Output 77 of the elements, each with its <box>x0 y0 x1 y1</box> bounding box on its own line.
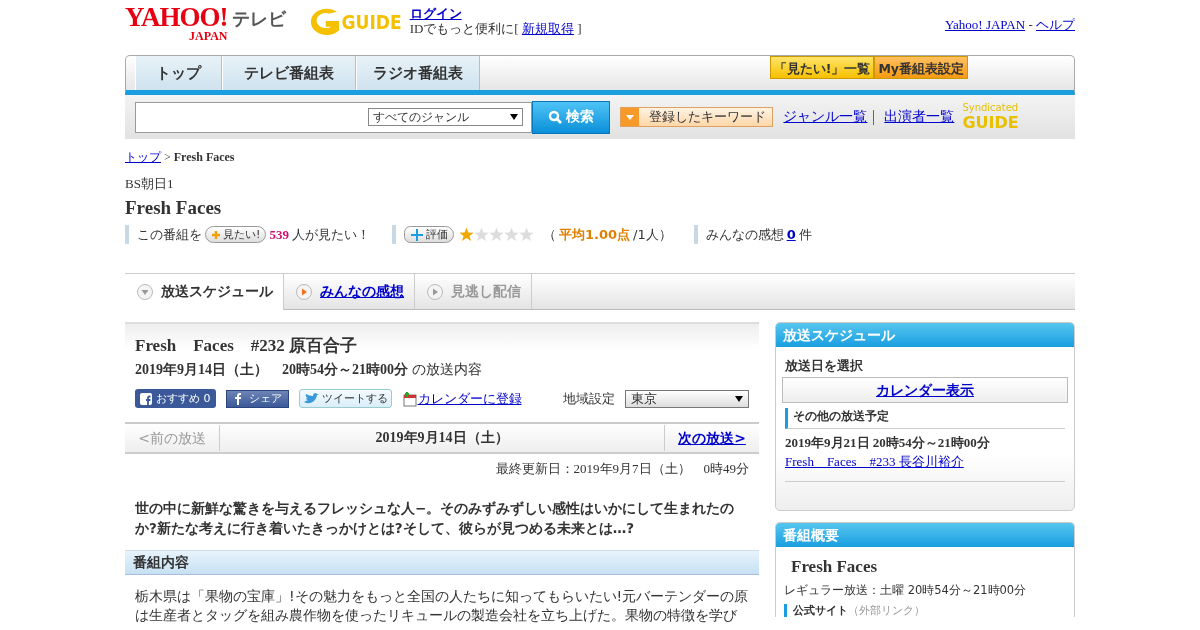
search-field[interactable]: すべてのジャンル <box>135 101 532 133</box>
gguide-logo: GUIDE <box>301 0 402 38</box>
want-label: この番組を <box>137 225 202 244</box>
external-link-note: （外部リンク） <box>848 604 925 617</box>
nav-tab[interactable]: テレビ番組表 <box>222 56 356 90</box>
regular-broadcast: レギュラー放送：土曜 20時54分～21時00分 <box>784 583 1028 598</box>
nav-button[interactable]: 「見たい!」一覧 <box>769 56 875 79</box>
caret-icon <box>621 108 640 126</box>
region-label: 地域設定 <box>563 389 615 408</box>
cast-list-link[interactable]: 出演者一覧 <box>884 108 955 126</box>
breadcrumb-link[interactable]: トップ <box>125 150 161 164</box>
search-icon <box>548 110 563 124</box>
caret-icon <box>735 395 743 402</box>
facebook-icon <box>232 392 241 405</box>
updated-text: 最終更新日：2019年9月7日（土） 0時49分 <box>494 460 750 478</box>
impressions-label: みんなの感想 <box>705 225 784 244</box>
section-heading: 番組内容 <box>125 550 759 575</box>
service-name: テレビ <box>231 7 286 31</box>
signup-link[interactable]: 新規取得 <box>521 21 574 36</box>
bracket-text: ] <box>577 21 582 36</box>
caret-icon <box>509 114 518 120</box>
genre-select[interactable]: すべてのジャンル <box>367 108 523 126</box>
date-select-label: 放送日を選択 <box>784 357 864 375</box>
other-heading: その他の放送予定 <box>785 408 1065 429</box>
episode-title: Fresh Faces #232 原百合子 <box>135 335 359 357</box>
panel-header: 番組概要 <box>776 523 1074 547</box>
genre-list-link[interactable]: ジャンル一覧 <box>783 108 868 126</box>
panel-header: 放送スケジュール <box>776 323 1074 347</box>
episode-nav-date: 2019年9月14日（土） <box>374 429 510 447</box>
nav-tab[interactable]: トップ <box>135 56 222 90</box>
play-icon <box>296 283 312 300</box>
login-link[interactable]: ログイン <box>409 6 462 21</box>
next-link[interactable]: 次の放送> <box>664 425 759 451</box>
nav-tab[interactable]: ラジオ番組表 <box>356 56 480 90</box>
calendar-button[interactable]: カレンダー表示 <box>782 377 1068 403</box>
like-button[interactable]: おすすめ 0 <box>135 389 216 408</box>
program-title: Fresh Faces <box>125 197 223 219</box>
episode-suffix: の放送内容 <box>411 361 482 377</box>
help-link[interactable]: ヘルプ <box>1036 17 1075 32</box>
impressions-unit: 件 <box>798 225 812 244</box>
login-note: IDでもっと便利に[ <box>409 21 519 36</box>
nav-button[interactable]: My番組表設定 <box>874 56 968 79</box>
official-site-label: 公式サイト <box>793 604 848 617</box>
breadcrumb-current: Fresh Faces <box>173 150 235 164</box>
summary-text: 世の中に新鮮な驚きを与えるフレッシュな人−。そのみずみずしい感性はいかにして生まれたのか?新たな考えに行き着いたきっかけとは?そして、彼らが見つめる未来とは…? <box>135 499 736 538</box>
keyword-button[interactable]: 登録したキーワード <box>620 107 774 127</box>
share-button[interactable]: シェア <box>225 389 289 408</box>
rate-button[interactable]: 評価 <box>403 226 454 243</box>
breadcrumb-separator: > <box>164 150 171 164</box>
impressions-count[interactable]: 0 <box>786 227 796 242</box>
tweet-button[interactable]: ツイートする <box>298 389 392 408</box>
yahoo-logo[interactable]: YAHOO! JAPAN <box>125 4 228 42</box>
content-tab[interactable]: 放送スケジュール <box>125 274 284 310</box>
schedule-link[interactable]: Fresh Faces #233 長谷川裕介 <box>785 452 1065 471</box>
want-text: 人が見たい！ <box>291 225 370 244</box>
facebook-icon <box>140 392 152 405</box>
overview-title: Fresh Faces <box>790 557 879 577</box>
region-select[interactable]: 東京 <box>625 389 749 408</box>
want-button[interactable]: 見たい! <box>205 226 267 243</box>
calendar-link[interactable]: カレンダーに登録 <box>417 389 522 408</box>
content-tab[interactable]: みんなの感想 <box>284 274 415 309</box>
calendar-icon <box>401 390 418 407</box>
yahoo-japan-link[interactable]: Yahoo! JAPAN <box>944 17 1026 32</box>
rating-average: 平均1.00点 <box>558 225 630 244</box>
channel-name: BS朝日1 <box>125 175 175 193</box>
bird-icon <box>302 392 319 405</box>
want-count: 539 <box>269 226 289 243</box>
syndicated-logo: Syndicated GUIDE <box>962 102 1020 132</box>
episode-datetime: 2019年9月14日（土） 20時54分～21時00分 <box>135 362 408 377</box>
separator-text: - <box>1028 17 1033 32</box>
plus-icon <box>409 227 424 242</box>
play-icon <box>427 283 443 300</box>
content-text: 栃木県は「果物の宝庫」!その魅力をもっと全国の人たちに知ってもらいたい!元バーテンダーの原は生産者とタッグを組み農作物を使ったリキュールの製造会社を立ち上げた。果物の特徴を学び <box>135 587 749 625</box>
rating-count: /1人） <box>633 225 672 244</box>
schedule-datetime: 2019年9月21日 20時54分～21時00分 <box>785 434 991 452</box>
plus-icon <box>211 229 221 240</box>
rating-open: （ <box>542 225 556 244</box>
